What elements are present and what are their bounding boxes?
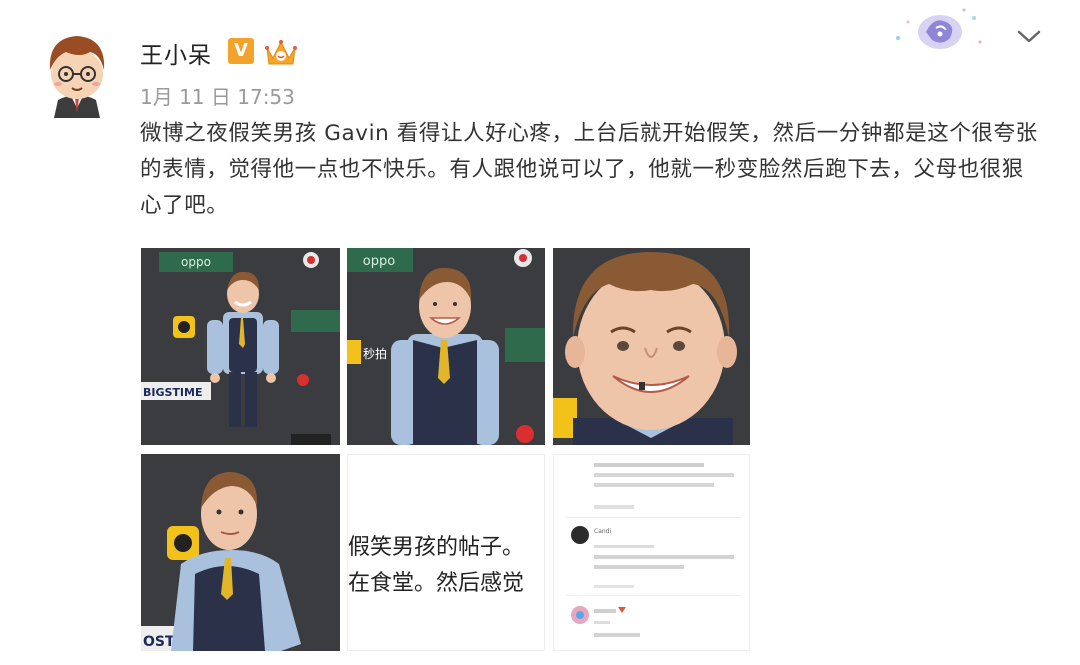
post-text: 微博之夜假笑男孩 Gavin 看得让人好心疼，上台后就开始假笑，然后一分钟都是这… <box>140 121 1038 218</box>
photo-5-text-screenshot[interactable]: 假笑男孩的帖子。 在食堂。然后感觉 <box>347 454 545 651</box>
banner-text-4: OST <box>143 634 175 650</box>
chevron-down-icon[interactable] <box>1014 24 1044 48</box>
photo-6-comment-screenshot[interactable]: Candi <box>553 454 750 651</box>
banner-text-1: BIGSTIME <box>143 386 203 399</box>
comment-author: Candi <box>594 528 612 535</box>
photo-4[interactable]: OST <box>141 454 340 651</box>
oppo-logo-1: oppo <box>181 255 211 269</box>
photo-1[interactable]: oppo BIGSTIME <box>141 248 340 445</box>
user-avatar[interactable] <box>44 28 110 118</box>
photo-5-line-2: 在食堂。然后感觉 <box>348 571 525 596</box>
verified-v-icon: V <box>228 38 254 64</box>
photo-2[interactable]: oppo 秒拍 <box>347 248 545 445</box>
photo-3[interactable] <box>553 248 750 445</box>
crown-icon <box>264 36 298 68</box>
photo-5-line-1: 假笑男孩的帖子。 <box>348 535 525 560</box>
weibo-post: 王小呆 V 1月 11 日 17:53 微博之夜假笑男孩 Gavin 看得让人好… <box>0 0 1080 665</box>
card-decoration-badge <box>884 2 988 60</box>
post-timestamp[interactable]: 1月 11 日 17:53 <box>140 81 295 110</box>
username[interactable]: 王小呆 <box>140 36 212 70</box>
oppo-logo-2: oppo <box>363 254 395 269</box>
sponsor-text-2: 秒拍 <box>363 346 387 361</box>
